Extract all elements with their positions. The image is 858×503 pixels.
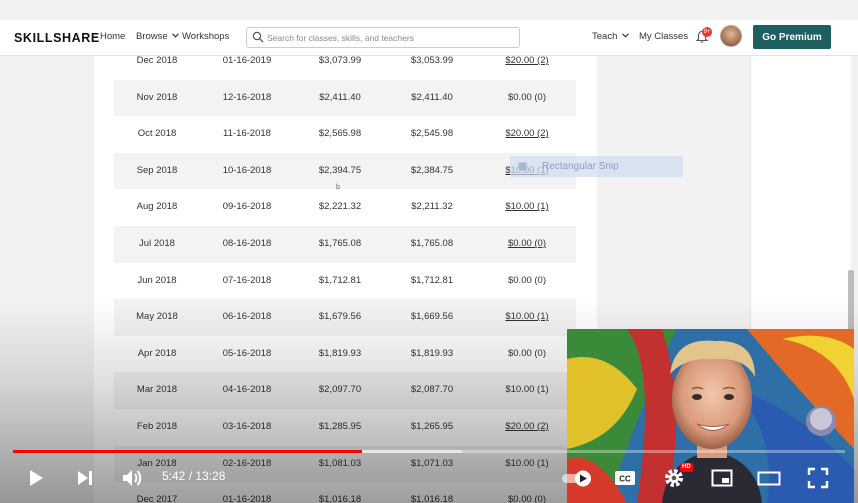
table-cell-payout-date: 04-16-2018 bbox=[222, 384, 272, 396]
search-input[interactable] bbox=[267, 30, 515, 45]
player-controls: 5:42 / 13:28 CC HD bbox=[0, 458, 858, 498]
table-cell-payout-date: 03-16-2018 bbox=[222, 420, 272, 432]
earnings-table: Dec 2018 01-16-2019 $3,073.99 $3,053.99 $20.… bbox=[114, 43, 576, 503]
table-cell-gross-earnings: $2,097.70 bbox=[318, 384, 362, 396]
table-cell-payout-date: 07-16-2018 bbox=[222, 274, 272, 286]
table-cell-net-earnings: $2,545.98 bbox=[410, 128, 454, 140]
table-row: Jul 2018 08-16-2018 $1,765.08 $1,765.08 $0.0… bbox=[114, 225, 576, 263]
notification-badge: 9+ bbox=[702, 27, 712, 37]
table-cell-net-earnings: $1,265.95 bbox=[410, 420, 454, 432]
table-row: Apr 2018 05-16-2018 $1,819.93 $1,819.93 $0.0… bbox=[114, 336, 576, 373]
table-cell-net-earnings: $1,819.93 bbox=[410, 347, 454, 359]
search-icon bbox=[252, 31, 264, 43]
snip-icon bbox=[518, 162, 527, 171]
table-row: May 2018 06-16-2018 $1,679.56 $1,669.56 $10.… bbox=[114, 299, 576, 336]
table-cell-month: Feb 2018 bbox=[136, 420, 178, 432]
table-row: Feb 2018 03-16-2018 $1,285.95 $1,265.95 $20.… bbox=[114, 409, 576, 446]
table-row: Nov 2018 12-16-2018 $2,411.40 $2,411.40 $0.0… bbox=[114, 79, 576, 117]
table-cell-referral[interactable]: $20.00 (2) bbox=[478, 116, 576, 153]
table-cell-month: Sep 2018 bbox=[136, 164, 178, 176]
table-cell-net-earnings: $2,411.40 bbox=[411, 91, 453, 103]
table-cell-gross-earnings: $2,221.32 bbox=[318, 201, 362, 213]
nav-teach-label: Teach bbox=[592, 31, 618, 42]
rectangular-snip-tooltip: Rectangular Snip bbox=[510, 156, 683, 177]
play-icon[interactable] bbox=[24, 466, 48, 490]
table-cell-payout-date: 11-16-2018 bbox=[223, 128, 271, 140]
table-cell-payout-date: 12-16-2018 bbox=[222, 91, 272, 103]
table-cell-net-earnings: $2,087.70 bbox=[410, 384, 454, 396]
table-cell-gross-earnings: $1,285.95 bbox=[318, 420, 362, 432]
played-fill bbox=[13, 450, 363, 453]
table-cell-referral[interactable]: $20.00 (2) bbox=[478, 409, 576, 446]
nav-workshops[interactable]: Workshops bbox=[182, 31, 229, 42]
table-cell-payout-date: 05-16-2018 bbox=[222, 347, 272, 359]
nav-browse-label: Browse bbox=[136, 31, 168, 42]
fullscreen-icon[interactable] bbox=[806, 466, 830, 490]
skillshare-logo[interactable]: SKILLSHARE bbox=[14, 31, 100, 45]
volume-icon[interactable] bbox=[120, 466, 144, 490]
table-cell-referral: $0.00 (0) bbox=[507, 347, 547, 359]
nav-teach[interactable]: Teach bbox=[592, 31, 629, 42]
table-cell-month: Mar 2018 bbox=[136, 384, 178, 396]
table-cell-gross-earnings: $1,679.56 bbox=[318, 311, 362, 323]
table-cell-month: Aug 2018 bbox=[136, 201, 178, 213]
table-row: Aug 2018 09-16-2018 $2,221.32 $2,211.32 $10.… bbox=[114, 189, 576, 226]
time-display: 5:42 / 13:28 bbox=[162, 469, 226, 483]
table-cell-net-earnings: $1,712.81 bbox=[410, 274, 454, 286]
autoplay-toggle-icon[interactable] bbox=[560, 466, 596, 490]
table-cell-gross-earnings: $1,765.08 bbox=[318, 237, 362, 249]
table-cell-month: Apr 2018 bbox=[137, 347, 177, 359]
table-cell-payout-date: 06-16-2018 bbox=[222, 311, 272, 323]
miniplayer-icon[interactable] bbox=[710, 466, 734, 490]
avatar[interactable] bbox=[720, 25, 742, 47]
table-cell-gross-earnings: $2,565.98 bbox=[318, 128, 362, 140]
svg-text:CC: CC bbox=[619, 475, 631, 484]
table-cell-payout-date: 08-16-2018 bbox=[222, 237, 272, 249]
chevron-down-icon bbox=[172, 33, 180, 38]
video-frame[interactable]: SKILLSHARE Home Browse Workshops Teach M… bbox=[0, 0, 858, 503]
nav-home[interactable]: Home bbox=[100, 31, 125, 42]
next-icon[interactable] bbox=[73, 466, 97, 490]
table-cell-referral: $0.00 (0) bbox=[507, 91, 547, 103]
table-cell-payout-date: 10-16-2018 bbox=[222, 164, 272, 176]
theater-mode-icon[interactable] bbox=[757, 466, 781, 490]
table-cell-net-earnings: $2,384.75 bbox=[410, 164, 454, 176]
table-cell-gross-earnings: $1,712.81 bbox=[318, 274, 362, 286]
table-cell-net-earnings: $2,211.32 bbox=[411, 201, 453, 213]
chevron-down-icon bbox=[622, 33, 629, 38]
text-cursor: b bbox=[336, 184, 340, 191]
table-cell-referral: $0.00 (0) bbox=[507, 274, 547, 286]
snip-label: Rectangular Snip bbox=[542, 161, 619, 172]
table-cell-gross-earnings: $1,819.93 bbox=[318, 347, 362, 359]
captions-icon[interactable]: CC bbox=[613, 466, 637, 490]
search-box[interactable] bbox=[246, 27, 520, 48]
table-cell-month: Nov 2018 bbox=[136, 91, 178, 103]
table-cell-month: Jun 2018 bbox=[137, 274, 177, 286]
table-cell-payout-date: 09-16-2018 bbox=[222, 201, 272, 213]
table-row: Sep 201810-16-2018$2,394.75$2,384.75$10.… bbox=[114, 152, 576, 190]
table-cell-referral[interactable]: $0.00 (0) bbox=[478, 226, 576, 263]
table-cell-net-earnings: $1,765.08 bbox=[410, 237, 454, 249]
hd-badge: HD bbox=[680, 463, 693, 472]
table-row: Oct 2018 11-16-2018 $2,565.98 $2,545.98 $20.… bbox=[114, 116, 576, 153]
table-row: Jun 2018 07-16-2018 $1,712.81 $1,712.81 $0.0… bbox=[114, 263, 576, 300]
table-row: Mar 2018 04-16-2018 $2,097.70 $2,087.70 $10.… bbox=[114, 372, 576, 409]
table-cell-referral[interactable]: $10.00 (1) bbox=[478, 299, 576, 336]
table-cell-gross-earnings: $2,411.40 bbox=[319, 91, 361, 103]
site-header: SKILLSHARE Home Browse Workshops Teach M… bbox=[0, 20, 858, 56]
nav-my-classes[interactable]: My Classes bbox=[639, 31, 688, 42]
video-progress-bar[interactable] bbox=[13, 450, 845, 453]
table-cell-net-earnings: $1,669.56 bbox=[410, 311, 454, 323]
table-cell-month: May 2018 bbox=[136, 311, 178, 323]
table-cell-month: Jul 2018 bbox=[139, 237, 175, 249]
go-premium-button[interactable]: Go Premium bbox=[753, 25, 831, 49]
nav-browse[interactable]: Browse bbox=[136, 31, 180, 42]
table-cell-referral[interactable]: $10.00 (1) bbox=[478, 189, 576, 226]
table-cell-referral: $10.00 (1) bbox=[505, 384, 549, 396]
table-cell-month: Oct 2018 bbox=[137, 128, 177, 140]
table-cell-gross-earnings: $2,394.75 bbox=[318, 164, 362, 176]
